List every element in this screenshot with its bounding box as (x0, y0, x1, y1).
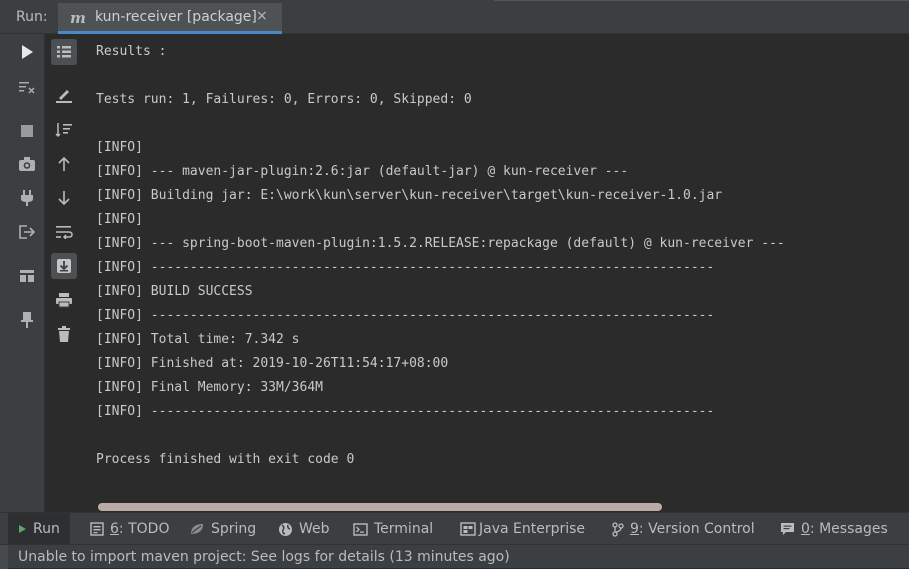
clear-all-button[interactable] (51, 321, 77, 347)
horizontal-scroll-thumb[interactable] (98, 503, 662, 511)
dump-threads-button[interactable] (14, 151, 40, 177)
console-line: Process finished with exit code 0 (96, 452, 355, 467)
todo-icon (90, 522, 104, 536)
tab-java-enterprise-label: Java Enterprise (479, 521, 586, 537)
edit-icon (56, 90, 72, 103)
side-strip (0, 34, 9, 512)
terminal-icon (353, 522, 368, 536)
rerun-icon (22, 45, 33, 59)
scroll-to-end-button[interactable] (51, 253, 77, 279)
clear-filter-icon (19, 82, 35, 94)
camera-icon (19, 157, 35, 171)
run-icon (19, 525, 26, 533)
messages-mnemonic: 0 (801, 521, 810, 537)
version-control-text: : Version Control (638, 521, 755, 537)
version-control-mnemonic: 9 (630, 521, 639, 537)
attach-button[interactable] (14, 185, 40, 211)
console-line: [INFO] Building jar: E:\work\kun\server\… (96, 188, 723, 203)
tab-run-label: Run (33, 521, 60, 537)
exit-icon (19, 225, 36, 239)
tab-version-control-label: 9: Version Control (630, 521, 755, 537)
tab-spring[interactable]: Spring (189, 513, 256, 545)
status-bar-toggle[interactable] (0, 545, 8, 569)
run-tab-kun-receiver[interactable]: m kun-receiver [package] × (58, 3, 282, 34)
run-tool-header: Run: m kun-receiver [package] × (0, 0, 909, 34)
next-button[interactable] (51, 185, 77, 211)
print-icon (56, 293, 72, 308)
tab-todo-label: 6: TODO (110, 521, 169, 537)
console-line: [INFO] (96, 140, 143, 155)
console-line: Results : (96, 44, 167, 59)
console-line: [INFO] --- maven-jar-plugin:2.6:jar (def… (96, 164, 629, 179)
sort-icon (55, 123, 72, 138)
status-message[interactable]: Unable to import maven project: See logs… (18, 549, 510, 565)
console-line: [INFO] BUILD SUCCESS (96, 284, 253, 299)
sort-button[interactable] (51, 117, 77, 143)
layout-button[interactable] (14, 263, 40, 289)
console-line: [INFO] Finished at: 2019-10-26T11:54:17+… (96, 356, 449, 371)
pin-icon (21, 312, 33, 328)
console-line: [INFO] Final Memory: 33M/364M (96, 380, 323, 395)
print-button[interactable] (51, 287, 77, 313)
exit-button[interactable] (14, 219, 40, 245)
console-line: [INFO] Total time: 7.342 s (96, 332, 300, 347)
message-icon (781, 523, 794, 535)
tab-java-enterprise[interactable]: Java Enterprise (460, 513, 585, 545)
tab-spring-label: Spring (211, 521, 257, 537)
tab-terminal-label: Terminal (374, 521, 434, 537)
maven-icon: m (70, 9, 86, 27)
console-line: Tests run: 1, Failures: 0, Errors: 0, Sk… (96, 92, 472, 107)
rerun-button[interactable] (14, 39, 40, 65)
tab-web[interactable]: Web (278, 513, 330, 545)
edit-button[interactable] (51, 82, 77, 108)
run-tab-title: kun-receiver [package] (95, 9, 257, 25)
arrow-down-icon (58, 191, 70, 206)
scroll-to-end-icon (57, 259, 71, 273)
stop-icon (21, 125, 33, 137)
globe-icon (279, 522, 292, 536)
spring-leaf-icon (191, 524, 203, 534)
console-line: [INFO] ---------------------------------… (96, 404, 715, 419)
clear-filter-button[interactable] (14, 74, 40, 100)
tab-todo[interactable]: 6: TODO (90, 513, 169, 545)
messages-text: : Messages (809, 521, 888, 537)
tab-version-control[interactable]: 9: Version Control (612, 513, 755, 545)
console-line: [INFO] (96, 212, 143, 227)
console-line: [INFO] ---------------------------------… (96, 260, 715, 275)
toggle-tree-button[interactable] (51, 39, 77, 65)
arrow-up-icon (58, 156, 70, 171)
tab-web-label: Web (299, 521, 330, 537)
run-toolbar-primary (9, 34, 45, 512)
status-bar: Unable to import maven project: See logs… (0, 544, 909, 569)
previous-button[interactable] (51, 151, 77, 177)
console-line: [INFO] ---------------------------------… (96, 308, 715, 323)
header-divider (494, 0, 909, 1)
run-label: Run: (16, 9, 48, 25)
java-enterprise-icon (460, 522, 476, 536)
tab-run[interactable]: Run (8, 513, 70, 545)
tab-messages[interactable]: 0: Messages (780, 513, 888, 545)
trash-icon (58, 326, 70, 342)
plug-icon (21, 190, 33, 206)
pin-button[interactable] (14, 307, 40, 333)
soft-wrap-icon (56, 226, 73, 239)
git-branch-icon (612, 521, 624, 537)
tab-terminal[interactable]: Terminal (353, 513, 433, 545)
tool-window-bar: Run 6: TODO Spring Web Terminal Java Ent… (0, 512, 909, 545)
tab-messages-label: 0: Messages (801, 521, 888, 537)
close-icon[interactable]: × (256, 8, 268, 24)
soft-wrap-button[interactable] (51, 219, 77, 245)
todo-mnemonic: 6 (110, 521, 119, 537)
layout-icon (20, 270, 34, 282)
todo-text: : TODO (118, 521, 170, 537)
stop-button[interactable] (14, 118, 40, 144)
list-icon (57, 46, 71, 58)
console-line: [INFO] --- spring-boot-maven-plugin:1.5.… (96, 236, 785, 251)
run-toolbar-console (45, 34, 82, 512)
